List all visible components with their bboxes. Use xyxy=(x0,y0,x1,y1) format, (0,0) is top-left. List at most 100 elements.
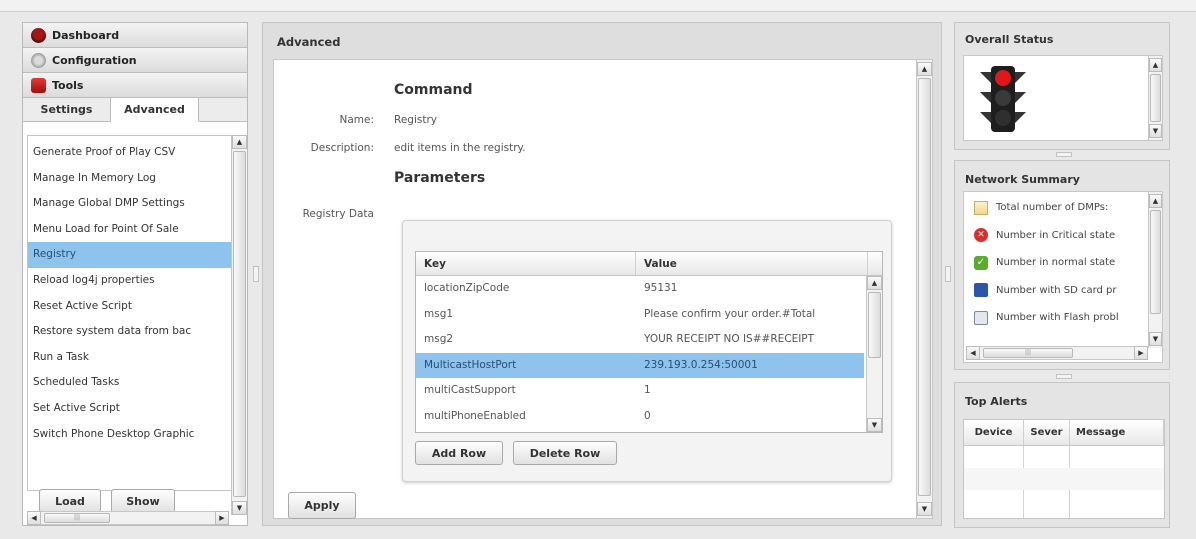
list-item[interactable]: Manage Global DMP Settings xyxy=(28,191,240,217)
scroll-down-icon[interactable]: ▼ xyxy=(917,502,932,516)
advanced-scrollbar[interactable]: ▲ ▼ xyxy=(916,60,932,518)
list-item[interactable]: Number with SD card pr xyxy=(964,277,1150,305)
cell-key[interactable]: multiCastSupport xyxy=(416,378,636,404)
load-button[interactable]: Load xyxy=(39,489,101,513)
scroll-up-icon[interactable]: ▲ xyxy=(1149,194,1162,208)
table-row[interactable]: multiCastSupport 1 xyxy=(416,378,864,404)
cell-value[interactable]: Please confirm your order.#Total xyxy=(636,302,864,328)
sd-card-icon xyxy=(974,283,988,298)
list-item[interactable]: Run a Task xyxy=(28,345,240,371)
tab-settings[interactable]: Settings xyxy=(23,98,111,121)
grid-body: locationZipCode 95131 msg1 Please confir… xyxy=(416,276,864,430)
scroll-up-icon[interactable]: ▲ xyxy=(867,276,882,290)
scroll-down-icon[interactable]: ▼ xyxy=(1149,332,1162,346)
hscroll-thumb[interactable]: ||| xyxy=(983,348,1073,358)
summary-label: Total number of DMPs: xyxy=(996,202,1109,214)
scroll-up-icon[interactable]: ▲ xyxy=(232,135,247,149)
list-item[interactable]: ✓ Number in normal state xyxy=(964,249,1150,277)
scroll-thumb[interactable] xyxy=(1150,210,1161,314)
list-item[interactable]: Restore system data from bac xyxy=(28,319,240,345)
command-list-hscrollbar[interactable]: ◀ ||| ▶ xyxy=(27,511,229,525)
cell-key[interactable]: MulticastHostPort xyxy=(416,353,636,379)
splitter-handle-right[interactable] xyxy=(945,266,951,282)
overall-status-title: Overall Status xyxy=(965,33,1054,46)
list-item[interactable]: ✕ Number in Critical state xyxy=(964,222,1150,250)
table-row[interactable]: locationZipCode 95131 xyxy=(416,276,864,302)
column-header-key[interactable]: Key xyxy=(416,252,636,275)
scroll-up-icon[interactable]: ▲ xyxy=(917,62,932,76)
column-header-message[interactable]: Message xyxy=(1070,420,1164,445)
command-heading: Command xyxy=(394,82,473,98)
cell-value[interactable]: 1 xyxy=(636,378,864,404)
scroll-down-icon[interactable]: ▼ xyxy=(232,501,247,515)
table-row[interactable]: msg2 YOUR RECEIPT NO IS##RECEIPT xyxy=(416,327,864,353)
column-header-device[interactable]: Device xyxy=(964,420,1024,445)
scroll-left-icon[interactable]: ◀ xyxy=(966,346,980,360)
cell-value[interactable]: 239.193.0.254:50001 xyxy=(636,353,864,379)
table-row-selected[interactable]: MulticastHostPort 239.193.0.254:50001 xyxy=(416,352,864,379)
splitter-handle-status[interactable] xyxy=(1056,152,1072,157)
scroll-right-icon[interactable]: ▶ xyxy=(1134,346,1148,360)
list-item[interactable]: Switch Phone Desktop Graphic xyxy=(28,422,240,448)
list-item[interactable]: Scheduled Tasks xyxy=(28,370,240,396)
splitter-handle-left[interactable] xyxy=(253,266,259,282)
cell-key[interactable]: msg2 xyxy=(416,327,636,353)
registry-grid: Key Value locationZipCode 95131 msg1 Ple… xyxy=(415,251,883,433)
cell-key[interactable]: locationZipCode xyxy=(416,276,636,302)
scroll-thumb[interactable] xyxy=(1150,74,1161,122)
summary-label: Number in Critical state xyxy=(996,229,1116,241)
list-item[interactable]: Set Active Script xyxy=(28,396,240,422)
command-list-scrollbar[interactable]: ▲ ▼ xyxy=(231,135,247,515)
scroll-down-icon[interactable]: ▼ xyxy=(867,418,882,432)
list-item[interactable]: Manage In Memory Log xyxy=(28,166,240,192)
advanced-content: Command Name: Registry Description: edit… xyxy=(273,59,933,519)
cell-key[interactable]: msg1 xyxy=(416,302,636,328)
nav-configuration[interactable]: Configuration xyxy=(23,48,247,73)
network-summary-scrollbar[interactable]: ▲ ▼ xyxy=(1148,192,1162,348)
panel-title: Advanced xyxy=(277,35,341,49)
tab-advanced[interactable]: Advanced xyxy=(111,98,199,122)
scroll-left-icon[interactable]: ◀ xyxy=(27,511,41,525)
network-summary-hscrollbar[interactable]: ◀ ||| ▶ xyxy=(966,346,1148,360)
add-row-button[interactable]: Add Row xyxy=(415,441,503,465)
scroll-thumb[interactable] xyxy=(918,78,931,496)
cell-value[interactable]: YOUR RECEIPT NO IS##RECEIPT xyxy=(636,327,864,353)
scroll-right-icon[interactable]: ▶ xyxy=(215,511,229,525)
grid-scrollbar[interactable]: ▲ ▼ xyxy=(866,276,882,432)
list-item[interactable]: Reset Active Script xyxy=(28,294,240,320)
list-item-selected[interactable]: Registry xyxy=(28,242,240,268)
overall-status-scrollbar[interactable]: ▲ ▼ xyxy=(1148,56,1162,140)
list-item[interactable]: Total number of DMPs: xyxy=(964,194,1150,222)
list-item[interactable]: Number with Flash probl xyxy=(964,304,1150,332)
splitter-handle-network[interactable] xyxy=(1056,374,1072,379)
column-header-severity[interactable]: Sever xyxy=(1024,420,1070,445)
scroll-up-icon[interactable]: ▲ xyxy=(1149,58,1162,72)
list-item[interactable]: Reload log4j properties xyxy=(28,268,240,294)
hscroll-thumb[interactable]: ||| xyxy=(44,513,110,523)
nav-tools[interactable]: Tools xyxy=(23,73,247,98)
cell-value[interactable]: 0 xyxy=(636,404,864,430)
registry-data-box: Key Value locationZipCode 95131 msg1 Ple… xyxy=(402,220,892,482)
column-header-value[interactable]: Value xyxy=(636,252,868,275)
list-item[interactable]: Menu Load for Point Of Sale xyxy=(28,217,240,243)
network-summary-panel: Network Summary Total number of DMPs: ✕ … xyxy=(954,160,1170,370)
summary-label: Number with SD card pr xyxy=(996,284,1117,296)
name-label: Name: xyxy=(339,114,374,126)
scroll-down-icon[interactable]: ▼ xyxy=(1149,124,1162,138)
scroll-thumb[interactable] xyxy=(868,292,881,358)
table-row[interactable]: msg1 Please confirm your order.#Total xyxy=(416,302,864,328)
list-item[interactable]: Generate Proof of Play CSV xyxy=(28,140,240,166)
tools-panel: Dashboard Configuration Tools Settings A… xyxy=(22,22,248,526)
scroll-thumb[interactable] xyxy=(233,151,246,497)
summary-label: Number with Flash probl xyxy=(996,312,1119,324)
show-button[interactable]: Show xyxy=(111,489,175,513)
cell-key[interactable]: multiPhoneEnabled xyxy=(416,404,636,430)
delete-row-button[interactable]: Delete Row xyxy=(513,441,617,465)
cell-value[interactable]: 95131 xyxy=(636,276,864,302)
description-value: edit items in the registry. xyxy=(394,142,526,154)
nav-dashboard[interactable]: Dashboard xyxy=(23,23,247,48)
dashboard-icon xyxy=(31,27,46,43)
table-row[interactable]: multiPhoneEnabled 0 xyxy=(416,404,864,430)
description-label: Description: xyxy=(310,142,374,154)
apply-button[interactable]: Apply xyxy=(288,492,356,519)
